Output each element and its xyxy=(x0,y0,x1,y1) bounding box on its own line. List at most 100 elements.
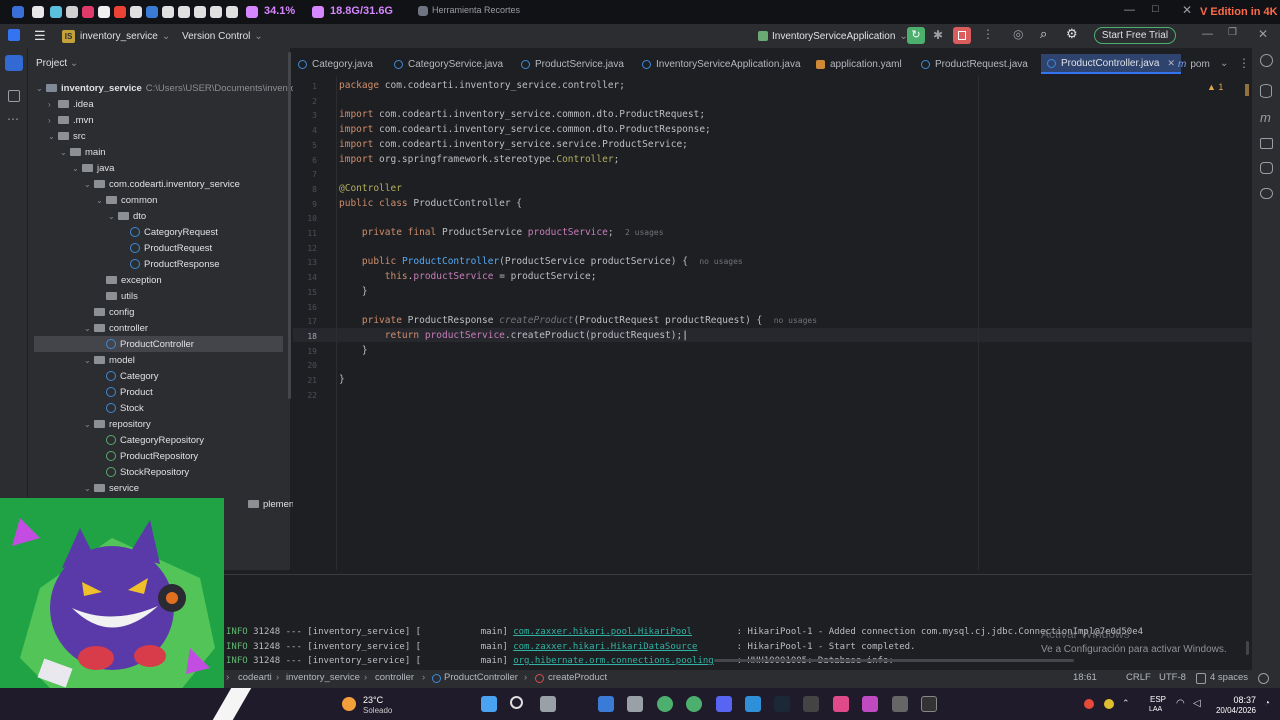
editor-tab[interactable]: InventoryServiceApplication.java xyxy=(642,54,801,74)
steam-icon[interactable] xyxy=(774,696,790,712)
debug-icon[interactable]: ✱ xyxy=(933,28,943,42)
warnings-indicator[interactable]: ▲ 1 xyxy=(1207,82,1223,92)
app-icon[interactable] xyxy=(162,6,174,18)
more-actions-icon[interactable]: ⋮ xyxy=(1238,56,1250,70)
tree-item[interactable]: ⌄ dto xyxy=(108,208,146,224)
structure-tool-icon[interactable] xyxy=(8,90,20,102)
tray-icon[interactable] xyxy=(1084,699,1094,709)
app-icon[interactable] xyxy=(226,6,238,18)
input-language[interactable]: ESP xyxy=(1150,695,1166,704)
intellij-icon[interactable] xyxy=(833,696,849,712)
rerun-icon[interactable]: ↻ xyxy=(907,27,925,44)
tree-item[interactable]: StockRepository xyxy=(96,464,189,480)
maven-icon[interactable]: m xyxy=(1260,110,1271,125)
tree-item[interactable]: ProductResponse xyxy=(120,256,220,272)
tree-item[interactable]: Product xyxy=(96,384,153,400)
vcs-menu[interactable]: Version Control ⌄ xyxy=(182,28,263,44)
more-tools-icon[interactable]: ⋯ xyxy=(7,112,19,126)
tree-item[interactable]: ⌄ repository xyxy=(84,416,151,432)
sun-icon[interactable] xyxy=(342,697,356,711)
app-icon[interactable] xyxy=(12,6,24,18)
volume-icon[interactable]: ◁ xyxy=(1193,698,1201,709)
windows-start-icon[interactable] xyxy=(481,696,497,712)
tree-item[interactable]: ProductRepository xyxy=(96,448,198,464)
chrome-icon[interactable] xyxy=(657,696,673,712)
project-switcher[interactable]: IS inventory_service ⌄ xyxy=(62,28,170,44)
app-icon[interactable] xyxy=(50,6,62,18)
tree-item[interactable]: ⌄ main xyxy=(60,144,106,160)
tree-item[interactable]: exception xyxy=(96,272,162,288)
tree-item[interactable]: › .mvn xyxy=(48,112,94,128)
tree-item[interactable]: Stock xyxy=(96,400,144,416)
breadcrumb-item[interactable]: codearti xyxy=(238,672,272,683)
search-icon[interactable]: ⌕ xyxy=(1040,26,1047,42)
app-icon[interactable] xyxy=(130,6,142,18)
app-icon[interactable] xyxy=(146,6,158,18)
editor-tab[interactable]: CategoryService.java xyxy=(394,54,503,74)
start-free-trial-button[interactable]: Start Free Trial xyxy=(1094,27,1176,44)
task-view-icon[interactable] xyxy=(540,696,556,712)
tree-item[interactable]: ⌄ common xyxy=(96,192,157,208)
breadcrumb-item[interactable]: inventory_service xyxy=(286,672,360,683)
run-config-selector[interactable]: InventoryServiceApplication ⌄ xyxy=(758,28,908,44)
more-actions-icon[interactable]: ⋮ xyxy=(982,27,994,41)
clock-date[interactable]: 20/04/2026 xyxy=(1204,706,1256,715)
breadcrumb-item[interactable]: createProduct xyxy=(548,672,607,683)
editor-tab[interactable]: ProductRequest.java xyxy=(921,54,1028,74)
maximize-icon[interactable]: □ xyxy=(1152,3,1159,15)
app-icon[interactable] xyxy=(892,696,908,712)
notifications-icon[interactable] xyxy=(1260,54,1273,67)
tree-item[interactable]: ⌄ src xyxy=(48,128,86,144)
project-scrollbar[interactable] xyxy=(288,52,291,399)
copilot-icon[interactable] xyxy=(1260,162,1273,174)
app-icon[interactable] xyxy=(32,6,44,18)
tree-item[interactable]: Category xyxy=(96,368,159,384)
line-separator[interactable]: CRLF xyxy=(1126,672,1151,683)
app-icon[interactable] xyxy=(82,6,94,18)
chevron-up-icon[interactable]: ⌃ xyxy=(1122,698,1130,709)
tree-item[interactable]: ⌄ model xyxy=(84,352,135,368)
console-vscrollbar[interactable] xyxy=(1246,641,1249,655)
mail-icon[interactable] xyxy=(598,696,614,712)
vscode-icon[interactable] xyxy=(745,696,761,712)
wifi-icon[interactable]: ◠ xyxy=(1176,698,1185,709)
ai-assistant-icon[interactable]: ◎ xyxy=(1013,27,1023,41)
tree-item[interactable]: config xyxy=(84,304,134,320)
input-layout[interactable]: LAA xyxy=(1149,706,1162,713)
close-icon[interactable]: ✕ xyxy=(1258,27,1268,41)
gear-icon[interactable]: ⚙ xyxy=(1066,26,1078,42)
close-icon[interactable]: ✕ xyxy=(1182,3,1192,17)
stop-button[interactable] xyxy=(953,27,971,44)
editor-tab[interactable]: Category.java xyxy=(298,54,373,74)
tree-item[interactable]: › .idea xyxy=(48,96,94,112)
tree-item[interactable]: ProductRequest xyxy=(120,240,212,256)
tree-item[interactable]: ⌄ service xyxy=(84,480,139,496)
editor-tab[interactable]: ProductController.java ✕ xyxy=(1041,54,1181,74)
indent-setting[interactable]: 4 spaces xyxy=(1210,672,1248,683)
tree-item[interactable]: ⌄ java xyxy=(72,160,114,176)
tree-item[interactable]: ⌄ com.codearti.inventory_service xyxy=(84,176,240,192)
tray-icon[interactable] xyxy=(1104,699,1114,709)
tree-item[interactable]: CategoryRepository xyxy=(96,432,204,448)
code-editor[interactable]: 1 package com.codearti.inventory_service.… xyxy=(293,76,1252,570)
discord-icon[interactable] xyxy=(716,696,732,712)
terminal-icon[interactable] xyxy=(921,696,937,712)
tree-item[interactable]: utils xyxy=(96,288,138,304)
app-icon[interactable] xyxy=(862,696,878,712)
minimize-icon[interactable]: — xyxy=(1202,28,1213,40)
app-icon[interactable] xyxy=(210,6,222,18)
cloud-icon[interactable] xyxy=(1260,188,1273,199)
clock-time[interactable]: 08:37 xyxy=(1212,695,1256,705)
minimize-icon[interactable]: — xyxy=(1124,4,1135,16)
search-icon[interactable] xyxy=(510,696,523,709)
tree-item[interactable]: CategoryRequest xyxy=(120,224,218,240)
editor-tab[interactable]: application.yaml xyxy=(816,54,902,74)
app-icon[interactable] xyxy=(114,6,126,18)
lock-icon[interactable] xyxy=(1196,673,1206,684)
app-icon[interactable] xyxy=(98,6,110,18)
app-icon[interactable] xyxy=(178,6,190,18)
chevron-down-icon[interactable]: ⌄ xyxy=(1220,58,1228,69)
file-explorer-icon[interactable] xyxy=(627,696,643,712)
restore-icon[interactable]: ❐ xyxy=(1228,27,1237,38)
caret-position[interactable]: 18:61 xyxy=(1073,672,1097,683)
